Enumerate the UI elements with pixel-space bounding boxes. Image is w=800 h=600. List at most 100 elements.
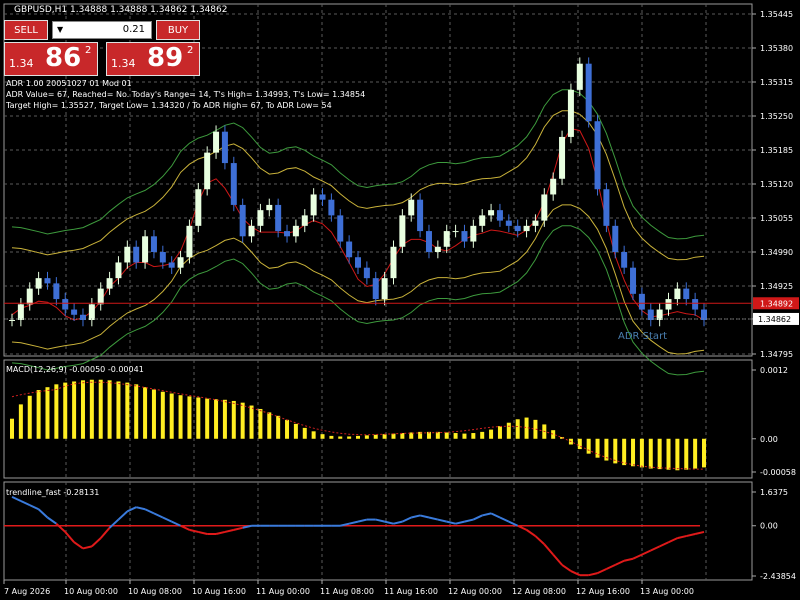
macd-histogram-bar	[285, 419, 290, 439]
time-tick-label: 12 Aug 00:00	[448, 587, 502, 596]
lot-size-value: 0.21	[122, 24, 145, 35]
buy-button[interactable]: BUY	[156, 20, 200, 40]
trendline-segment	[605, 563, 616, 570]
candle-body	[301, 215, 308, 226]
macd-histogram-bar	[160, 391, 165, 439]
macd-histogram-bar	[666, 438, 671, 470]
price-tick-label: 1.35315	[760, 78, 793, 87]
trendline-segment	[677, 535, 687, 540]
trendline-segment	[668, 537, 678, 544]
time-tick-label: 12 Aug 16:00	[576, 587, 630, 596]
sell-price-button[interactable]: 1.34 86 2	[4, 42, 98, 76]
candle-body	[496, 210, 503, 221]
time-tick-label: 11 Aug 16:00	[384, 587, 438, 596]
macd-histogram-bar	[72, 381, 77, 439]
mt4-chart-window: 1.35445 1.35380 1.35315 1.35250 1.35185 1.351…	[0, 0, 800, 600]
candle-body	[532, 220, 539, 226]
macd-histogram-bar	[497, 426, 502, 439]
trendline-segment	[117, 510, 129, 521]
candle-body	[328, 199, 335, 216]
candle-body	[168, 262, 175, 268]
macd-histogram-bar	[382, 434, 387, 439]
trendline-segment	[525, 529, 537, 537]
candle-body	[408, 199, 415, 216]
trendline-segment	[393, 520, 403, 525]
trendline-segment	[446, 520, 456, 525]
trendline-segment	[29, 504, 40, 511]
macd-histogram-bar	[657, 438, 662, 470]
trendline-segment	[55, 522, 66, 533]
trendline-segment	[464, 518, 474, 523]
macd-histogram-bar	[151, 389, 156, 439]
buy-price-sup: 2	[187, 45, 194, 56]
candle-body	[177, 257, 184, 268]
adr-info-line1: ADR 1.00 20051027 01 Mod 01	[6, 79, 132, 88]
macd-label: MACD(12,26,9) -0.00050 -0.00041	[6, 365, 144, 374]
candle-body	[621, 252, 628, 268]
trendline-segment	[650, 545, 661, 552]
chart-canvas: 1.35445 1.35380 1.35315 1.35250 1.35185 1.351…	[3, 3, 799, 596]
trendline-segment	[534, 535, 545, 546]
candle-body	[124, 246, 131, 263]
candle-body	[594, 121, 601, 190]
current-price-label: 1.34862	[758, 315, 791, 324]
candle-body	[292, 225, 299, 237]
candle-body	[44, 278, 51, 284]
macd-histogram-bar	[684, 438, 689, 470]
candle-body	[514, 225, 521, 232]
macd-histogram-bar	[364, 435, 369, 439]
macd-histogram-bar	[27, 395, 32, 439]
candle-body	[656, 309, 663, 320]
trendline-tick-label: 0.00	[760, 522, 778, 531]
trendline-segment	[11, 495, 22, 502]
trendline-segment	[419, 514, 430, 519]
macd-histogram-bar	[116, 381, 121, 439]
price-tick-label: 1.34795	[760, 350, 793, 359]
macd-histogram-bar	[551, 430, 556, 439]
buy-price-button[interactable]: 1.34 89 2	[106, 42, 200, 76]
trendline-segment	[455, 520, 465, 525]
trendline-segment	[215, 530, 226, 535]
lot-dropdown-icon[interactable]: ▼	[57, 25, 63, 34]
macd-histogram-bar	[240, 402, 245, 439]
macd-histogram-bar	[329, 435, 334, 439]
macd-histogram-bar	[338, 436, 343, 439]
trendline-segment	[37, 508, 49, 519]
price-tick-label: 1.34990	[760, 248, 793, 257]
adr-info-line2: ADR Value= 67, Reached= No. Today's Rang…	[6, 90, 365, 99]
trendline-segment	[198, 530, 208, 535]
macd-histogram-bar	[356, 435, 360, 439]
trendline-segment	[437, 518, 447, 523]
macd-histogram-bar	[631, 438, 636, 467]
trendline-segment	[552, 553, 563, 566]
candle-body	[417, 199, 424, 232]
candle-body	[150, 236, 157, 252]
macd-histogram-bar	[187, 396, 192, 439]
trendline-segment	[348, 520, 359, 525]
trendline-tick-label: 1.6375	[760, 488, 788, 497]
sell-button[interactable]: SELL	[4, 20, 48, 40]
macd-histogram-bar	[391, 433, 396, 439]
candle-body	[230, 163, 237, 205]
trendline-segment	[135, 506, 146, 511]
candle-body	[434, 246, 441, 252]
candle-body	[559, 136, 566, 179]
macd-histogram-bar	[462, 433, 467, 439]
candle-body	[346, 241, 353, 258]
candle-body	[612, 225, 619, 252]
macd-histogram-bar	[293, 423, 298, 439]
trendline-segment	[401, 516, 412, 523]
lot-size-input[interactable]: ▼ 0.21	[52, 21, 152, 39]
macd-histogram-bar	[143, 387, 148, 439]
panel-border	[3, 481, 753, 581]
trendline-segment	[499, 516, 510, 523]
trendline-segment	[614, 559, 625, 566]
trendline-segment	[543, 543, 554, 556]
macd-histogram-bar	[648, 438, 653, 469]
candle-body	[452, 231, 459, 233]
candle-body	[399, 215, 406, 247]
candle-body	[195, 189, 202, 226]
trendline-segment	[659, 541, 669, 548]
macd-histogram-bar	[196, 397, 201, 439]
candle-body	[541, 194, 548, 221]
